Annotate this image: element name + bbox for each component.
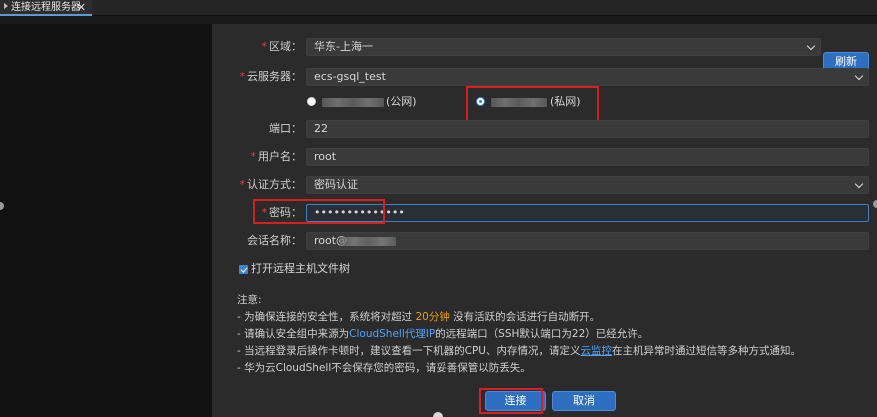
public-network-label: (公网) <box>386 95 417 108</box>
port-input[interactable]: 22 <box>306 120 869 138</box>
username-row: * 用户名： root <box>212 148 877 166</box>
cancel-button[interactable]: 取消 <box>552 391 616 411</box>
note-line-3: - 当远程登录后操作卡顿时，建议查看一下机器的CPU、内存情况，请定义云监控在主… <box>237 345 801 357</box>
highlight-box-private-network <box>466 86 599 123</box>
region-select[interactable]: 华东-上海一 <box>306 38 821 56</box>
connect-dialog: * 区域： 华东-上海一 刷新 * 云服务器： ecs-gsql_test (公网)… <box>212 24 877 417</box>
note-line-1: - 为确保连接的安全性，系统将对超过 20分钟 没有活跃的会话进行自动断开。 <box>237 311 601 323</box>
server-select[interactable]: ecs-gsql_test <box>306 68 869 86</box>
auth-row: * 认证方式： 密码认证 <box>212 176 877 194</box>
region-label: * 区域： <box>261 40 303 53</box>
public-ip-redacted <box>322 98 384 107</box>
username-input[interactable]: root <box>306 148 869 166</box>
public-network-radio[interactable] <box>307 97 316 106</box>
tab-connect-remote-server[interactable]: 连接远程服务器 ✕ <box>0 0 92 16</box>
tab-bar: 连接远程服务器 ✕ <box>0 0 877 16</box>
bottom-resize-handle[interactable] <box>433 412 443 417</box>
username-label: * 用户名： <box>250 150 303 163</box>
auth-value: 密码认证 <box>314 178 358 191</box>
resize-handle-left[interactable] <box>0 202 4 210</box>
left-pane <box>0 24 212 417</box>
timeout-highlight: 20分钟 <box>415 311 450 323</box>
open-file-tree-label: 打开远程主机文件树 <box>251 262 350 275</box>
region-value: 华东-上海一 <box>314 40 373 53</box>
notes-section: 注意: - 为确保连接的安全性，系统将对超过 20分钟 没有活跃的会话进行自动断… <box>237 292 801 377</box>
cloudshell-proxy-ip-link[interactable]: CloudShell代理IP <box>349 328 435 340</box>
chevron-down-icon <box>854 71 864 81</box>
port-label: 端口： <box>269 122 302 135</box>
server-row: * 云服务器： ecs-gsql_test <box>212 68 877 86</box>
highlight-box-connect <box>479 388 543 414</box>
session-host-redacted <box>340 237 396 246</box>
chevron-down-icon <box>854 179 864 189</box>
chevron-down-icon <box>806 41 816 51</box>
region-row: * 区域： 华东-上海一 刷新 <box>212 38 877 72</box>
session-row: 会话名称： root@ <box>212 232 877 250</box>
note-line-4: - 华为云CloudShell不会保存您的密码，请妥善保管以防丢失。 <box>237 362 531 374</box>
auth-label: * 认证方式： <box>239 178 303 191</box>
notes-title: 注意: <box>237 294 262 306</box>
open-file-tree-checkbox[interactable] <box>239 265 248 274</box>
resize-handle-right[interactable] <box>873 200 877 208</box>
port-value: 22 <box>314 122 328 135</box>
cloud-monitor-link[interactable]: 云监控 <box>580 345 612 357</box>
session-label: 会话名称： <box>247 234 302 247</box>
port-row: 端口： 22 <box>212 120 877 138</box>
server-label: * 云服务器： <box>239 70 303 83</box>
tab-title: 连接远程服务器 <box>11 2 81 13</box>
note-line-2: - 请确认安全组中来源为CloudShell代理IP的远程端口（SSH默认端口为… <box>237 328 649 340</box>
auth-select[interactable]: 密码认证 <box>306 176 869 194</box>
top-strip <box>0 16 877 24</box>
password-input[interactable]: •••••••••••••• <box>306 204 869 222</box>
close-icon[interactable]: ✕ <box>77 0 86 15</box>
highlight-box-password <box>253 199 385 224</box>
server-value: ecs-gsql_test <box>314 70 386 83</box>
username-value: root <box>314 150 337 163</box>
tab-arrow-icon <box>4 3 8 9</box>
